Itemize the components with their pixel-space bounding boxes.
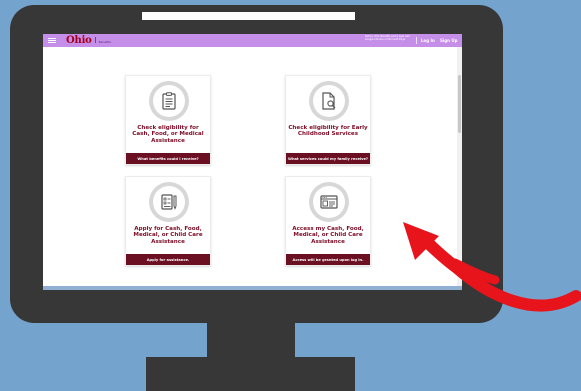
scrollbar-thumb[interactable] <box>458 75 461 133</box>
log-in-link[interactable]: Log In <box>421 38 435 43</box>
card-footer-button[interactable]: Access will be granted upon log in. <box>286 254 370 265</box>
ohio-benefits-logo[interactable]: Ohio Benefits <box>66 35 111 46</box>
document-search-icon <box>322 92 336 110</box>
logo-divider <box>94 37 96 43</box>
browser-id-icon <box>320 195 338 209</box>
monitor-top-bar <box>142 12 355 20</box>
clipboard-icon <box>162 92 176 110</box>
checklist-pen-icon <box>161 194 177 210</box>
red-arrow-icon <box>403 222 581 312</box>
logo-text: Ohio <box>66 35 92 46</box>
card-icon-circle <box>149 81 189 121</box>
card-footer-button[interactable]: What services could my family receive? <box>286 153 370 164</box>
card-footer-button[interactable]: Apply for assistance. <box>126 254 210 265</box>
logo-subtitle: Benefits <box>98 40 111 44</box>
browser-notice: Notice: Ohio Benefits works best with Go… <box>365 35 410 41</box>
card-apply-for-assistance[interactable]: Apply for Cash, Food, Medical, or Child … <box>125 176 211 266</box>
card-title: Apply for Cash, Food, Medical, or Child … <box>133 226 203 245</box>
header-divider <box>416 37 417 44</box>
card-access-my-assistance[interactable]: Access my Cash, Food, Medical, or Child … <box>285 176 371 266</box>
card-title: Check eligibility for Cash, Food, or Med… <box>132 125 204 144</box>
card-title: Check eligibility for Early Childhood Se… <box>288 125 368 138</box>
card-icon-circle <box>309 81 349 121</box>
monitor-base <box>146 357 355 391</box>
card-icon-circle <box>309 182 349 222</box>
sign-up-link[interactable]: Sign Up <box>440 38 457 43</box>
card-check-eligibility-early-childhood[interactable]: Check eligibility for Early Childhood Se… <box>285 75 371 165</box>
site-header: Ohio Benefits Notice: Ohio Benefits work… <box>43 34 462 47</box>
menu-icon[interactable] <box>48 37 56 44</box>
card-footer-button[interactable]: What benefits could I receive? <box>126 153 210 164</box>
card-icon-circle <box>149 182 189 222</box>
card-check-eligibility-cash-food-medical[interactable]: Check eligibility for Cash, Food, or Med… <box>125 75 211 165</box>
card-title: Access my Cash, Food, Medical, or Child … <box>292 226 364 245</box>
